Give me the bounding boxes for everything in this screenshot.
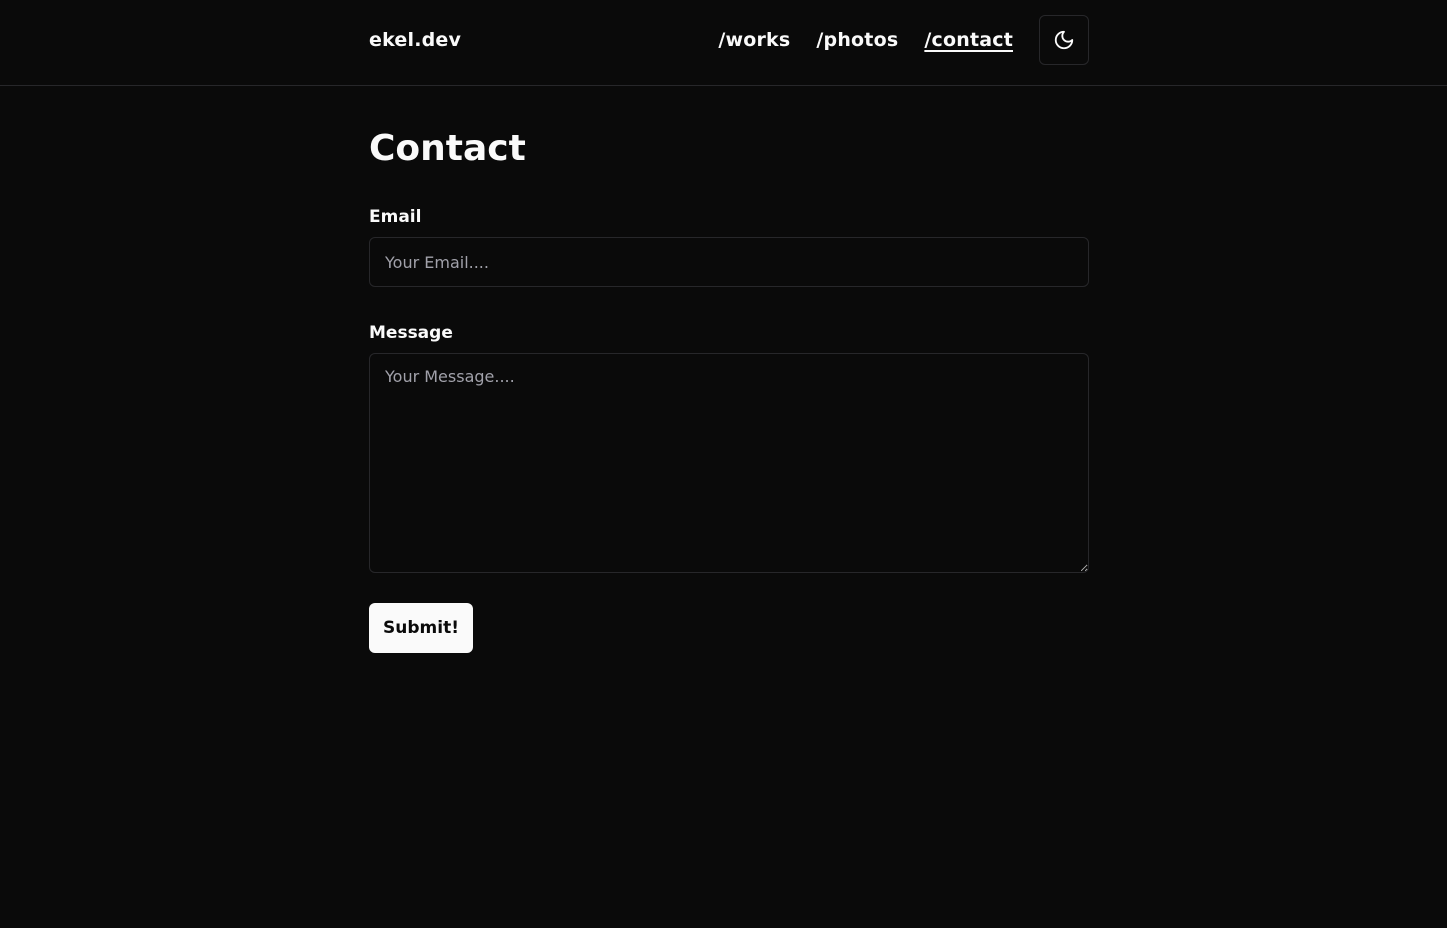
- site-header: ekel.dev /works /photos /contact: [0, 0, 1447, 86]
- moon-icon: [1053, 29, 1075, 51]
- nav-link-contact[interactable]: /contact: [924, 29, 1013, 51]
- brand-link[interactable]: ekel.dev: [369, 29, 461, 51]
- email-label: Email: [369, 207, 422, 227]
- message-textarea[interactable]: [369, 353, 1089, 573]
- email-input[interactable]: [369, 237, 1089, 287]
- theme-toggle-button[interactable]: [1039, 15, 1089, 65]
- nav-link-photos[interactable]: /photos: [816, 29, 898, 51]
- main-nav: /works /photos /contact: [718, 15, 1089, 65]
- nav-link-works[interactable]: /works: [718, 29, 790, 51]
- header-container: ekel.dev /works /photos /contact: [369, 15, 1089, 65]
- submit-button[interactable]: Submit!: [369, 603, 473, 653]
- page-title: Contact: [369, 128, 526, 169]
- message-label: Message: [369, 323, 453, 343]
